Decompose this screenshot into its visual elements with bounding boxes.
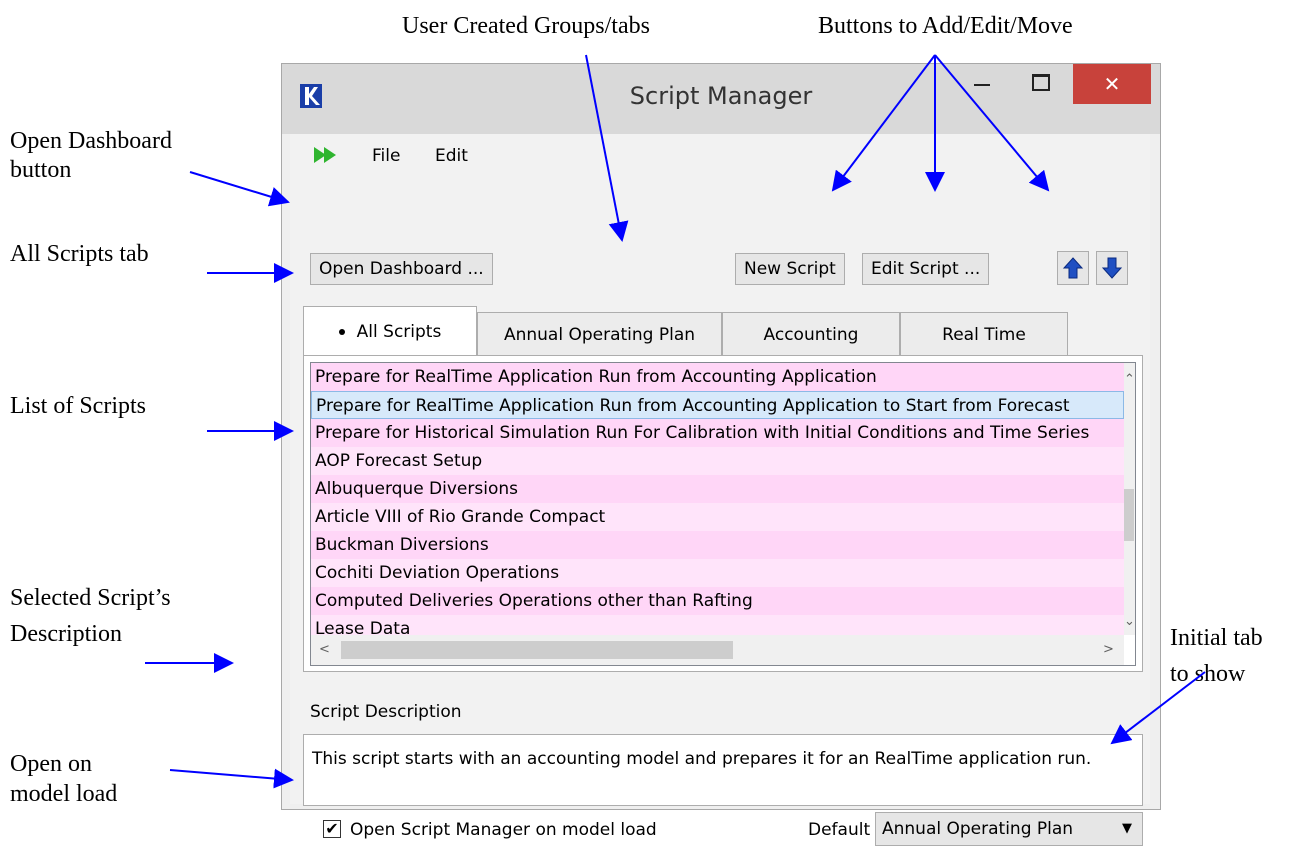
annotation-buttons: Buttons to Add/Edit/Move [818,13,1073,39]
script-description-text[interactable]: This script starts with an accounting mo… [303,734,1143,806]
tab-accounting[interactable]: Accounting [722,312,900,356]
script-list[interactable]: Prepare for RealTime Application Run fro… [310,362,1136,666]
scroll-up-icon[interactable]: ⌃ [1124,373,1135,387]
horizontal-scroll-thumb[interactable] [341,641,733,659]
maximize-button[interactable] [1010,64,1068,104]
tab-accounting-label: Accounting [763,325,859,345]
run-dashboard-icon[interactable] [314,147,352,163]
script-row[interactable]: Computed Deliveries Operations other tha… [311,587,1124,615]
tab-real-time-label: Real Time [942,325,1026,345]
script-description-label: Script Description [310,702,462,722]
menu-bar: File Edit [290,134,1150,178]
script-row[interactable]: AOP Forecast Setup [311,447,1124,475]
tab-all-scripts[interactable]: All Scripts [303,306,477,356]
down-arrow-icon [1101,257,1123,279]
vertical-scrollbar[interactable]: ⌃ ⌄ [1124,363,1135,635]
annotation-initial-tab-1: Initial tab [1170,625,1263,651]
script-row[interactable]: Article VIII of Rio Grande Compact [311,503,1124,531]
annotation-selected-desc-2: Description [10,621,122,647]
scroll-down-icon[interactable]: ⌄ [1124,615,1135,629]
script-row[interactable]: Albuquerque Diversions [311,475,1124,503]
move-down-button[interactable] [1096,251,1128,285]
menu-edit[interactable]: Edit [435,146,468,166]
menu-file[interactable]: File [372,146,400,166]
scroll-left-icon[interactable]: < [319,643,330,657]
arrow-open-dashboard [189,171,290,207]
tab-panel: Prepare for RealTime Application Run fro… [303,355,1143,672]
arrow-open-on-load [169,768,294,789]
title-bar[interactable]: Script Manager ✕ [282,64,1160,134]
script-row[interactable]: Prepare for RealTime Application Run fro… [311,391,1124,419]
script-manager-window: Script Manager ✕ File Edit Open Dashboar… [281,63,1161,846]
script-row[interactable]: Buckman Diversions [311,531,1124,559]
default-tab-select[interactable]: Annual Operating Plan ▼ [875,812,1143,846]
annotation-user-groups: User Created Groups/tabs [402,13,650,39]
script-row[interactable]: Prepare for RealTime Application Run fro… [311,363,1124,391]
edit-script-button[interactable]: Edit Script ... [862,253,990,285]
dropdown-caret-icon: ▼ [1122,821,1132,836]
horizontal-scrollbar[interactable]: < > [311,635,1124,665]
annotation-all-scripts-tab: All Scripts tab [10,241,149,267]
script-row[interactable]: Lease Data [311,615,1124,635]
open-on-load-checkbox[interactable]: ✔ [323,820,341,838]
annotation-open-on-load-1: Open on [10,751,92,777]
tab-real-time[interactable]: Real Time [900,312,1068,356]
script-rows: Prepare for RealTime Application Run fro… [311,363,1124,635]
vertical-scroll-thumb[interactable] [1124,489,1134,541]
script-row[interactable]: Cochiti Deviation Operations [311,559,1124,587]
annotation-initial-tab-2: to show [1170,661,1246,687]
default-tab-value: Annual Operating Plan [882,819,1074,839]
new-script-button[interactable]: New Script [735,253,845,285]
up-arrow-icon [1062,257,1084,279]
tab-annual-operating-plan-label: Annual Operating Plan [503,325,696,345]
window-content: File Edit Open Dashboard ... New Script … [290,134,1150,846]
scroll-right-icon[interactable]: > [1103,643,1114,657]
minimize-button[interactable] [952,64,1010,104]
move-up-button[interactable] [1057,251,1089,285]
annotation-selected-desc-1: Selected Script’s [10,585,171,611]
annotation-list-of-scripts: List of Scripts [10,393,146,419]
active-tab-dot-icon [338,329,345,335]
annotation-open-on-load-2: model load [10,781,118,807]
script-row[interactable]: Prepare for Historical Simulation Run Fo… [311,419,1124,447]
open-dashboard-button[interactable]: Open Dashboard ... [310,253,493,285]
open-on-load-label: Open Script Manager on model load [350,820,657,840]
annotation-open-dashboard-2: button [10,157,72,183]
tab-annual-operating-plan[interactable]: Annual Operating Plan [477,312,722,356]
tab-all-scripts-label: All Scripts [356,322,442,342]
close-button[interactable]: ✕ [1073,64,1151,104]
annotation-open-dashboard-1: Open Dashboard [10,128,172,154]
